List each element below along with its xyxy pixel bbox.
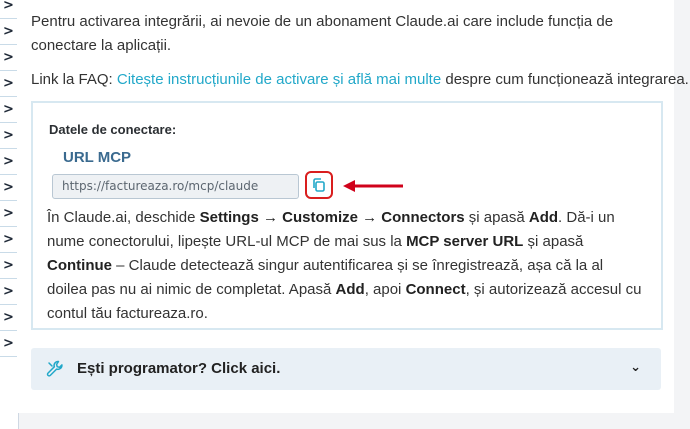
chevron-down-icon: ⌄ — [630, 360, 641, 375]
chevron-right-icon: > — [3, 102, 14, 117]
instr-settings: Settings → Customize → Connectors — [199, 209, 465, 226]
faq-prefix: Link la FAQ: — [31, 71, 117, 88]
integration-panel: Pentru activarea integrării, ai nevoie d… — [18, 0, 689, 413]
connection-details-box: Datele de conectare: URL MCP În Claude.a… — [31, 101, 663, 330]
chevron-right-icon: > — [3, 24, 14, 39]
chevron-right-icon: > — [3, 258, 14, 273]
setup-instructions: În Claude.ai, deschide Settings → Custom… — [47, 206, 647, 326]
instr-text: și apasă — [464, 209, 529, 226]
rail-item[interactable]: > — [0, 227, 17, 253]
rail-item[interactable]: > — [0, 19, 17, 45]
intro-text: Pentru activarea integrării, ai nevoie d… — [31, 13, 614, 54]
chevron-right-icon: > — [3, 76, 14, 91]
instr-mcp-url: MCP server URL — [406, 233, 524, 250]
rail-item[interactable]: > — [0, 123, 17, 149]
left-rail: > > > > > > > > > > > > > > — [0, 0, 19, 429]
chevron-right-icon: > — [3, 128, 14, 143]
developer-label: Ești programator? Click aici. — [77, 360, 281, 377]
rail-item[interactable]: > — [0, 331, 17, 357]
developer-accordion[interactable]: Ești programator? Click aici. ⌄ — [31, 348, 661, 390]
chevron-right-icon: > — [3, 180, 14, 195]
rail-item[interactable]: > — [0, 149, 17, 175]
instr-add-2: Add — [335, 281, 365, 298]
rail-item[interactable]: > — [0, 201, 17, 227]
rail-item[interactable]: > — [0, 97, 17, 123]
copy-icon — [313, 178, 325, 192]
chevron-right-icon: > — [3, 284, 14, 299]
copy-url-button[interactable] — [305, 171, 333, 199]
instr-connect: Connect — [405, 281, 466, 298]
chevron-right-icon: > — [3, 310, 14, 325]
chevron-right-icon: > — [3, 232, 14, 247]
faq-line: Link la FAQ: Citește instrucțiunile de a… — [31, 68, 689, 92]
rail-item[interactable]: > — [0, 279, 17, 305]
instr-continue: Continue — [47, 257, 112, 274]
instr-add: Add — [528, 209, 559, 226]
rail-item[interactable]: > — [0, 71, 17, 97]
chevron-right-icon: > — [3, 0, 14, 13]
instr-text: și apasă — [523, 233, 584, 250]
wrench-icon — [46, 360, 63, 377]
pointer-arrow-icon — [343, 180, 403, 192]
faq-suffix: despre cum funcționează integrarea. — [441, 71, 689, 88]
rail-item[interactable]: > — [0, 253, 17, 279]
chevron-right-icon: > — [3, 50, 14, 65]
chevron-right-icon: > — [3, 154, 14, 169]
connection-title: Datele de conectare: — [49, 122, 177, 137]
chevron-right-icon: > — [3, 336, 14, 351]
rail-item[interactable]: > — [0, 45, 17, 71]
rail-item[interactable]: > — [0, 305, 17, 331]
rail-item[interactable]: > — [0, 175, 17, 201]
url-mcp-label: URL MCP — [63, 149, 132, 166]
instr-text: În Claude.ai, deschide — [47, 209, 200, 226]
chevron-right-icon: > — [3, 206, 14, 221]
mcp-url-field[interactable] — [52, 174, 299, 199]
faq-link[interactable]: Citește instrucțiunile de activare și af… — [117, 71, 441, 88]
rail-item[interactable]: > — [0, 0, 17, 19]
instr-text: , apoi — [364, 281, 406, 298]
